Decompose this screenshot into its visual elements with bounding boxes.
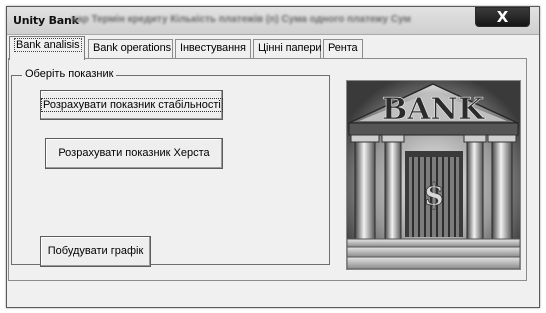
build-chart-label: Побудувати графік bbox=[47, 245, 144, 257]
calc-stability-label: Розрахувати показник стабільності bbox=[41, 98, 223, 112]
tab-bank-operations[interactable]: Bank operations bbox=[88, 39, 173, 59]
tab-label: Рента bbox=[328, 42, 358, 54]
window-title: Unity Bank bbox=[13, 14, 79, 27]
tab-renta[interactable]: Рента bbox=[323, 39, 363, 59]
status-bar bbox=[8, 284, 527, 300]
bank-sign-text: BANK bbox=[382, 92, 485, 127]
dollar-sign-text: $ bbox=[424, 178, 445, 213]
group-legend: Оберіть показник bbox=[22, 68, 117, 80]
tab-label: Інвестування bbox=[180, 42, 246, 54]
calc-stability-button[interactable]: Розрахувати показник стабільності bbox=[40, 90, 223, 120]
tab-label: Bank analisis bbox=[14, 38, 82, 52]
close-button[interactable]: X bbox=[475, 7, 530, 27]
window-title-extra: нар Термін кредиту Кількість платежів (n… bbox=[71, 14, 411, 25]
build-chart-button[interactable]: Побудувати графік bbox=[40, 236, 151, 267]
bank-image: BANK $ bbox=[346, 80, 521, 270]
calc-hurst-label: Розрахувати показник Херста bbox=[58, 147, 210, 159]
title-bar[interactable]: Unity Bank нар Термін кредиту Кількість … bbox=[7, 7, 539, 35]
close-icon: X bbox=[496, 8, 509, 26]
tab-tsinni-papery[interactable]: Цінні папери bbox=[253, 39, 322, 59]
calc-hurst-button[interactable]: Розрахувати показник Херста bbox=[45, 138, 223, 169]
tab-bank-analisis[interactable]: Bank analisis bbox=[9, 36, 85, 60]
tab-label: Bank operations bbox=[93, 42, 171, 54]
tab-investuvannia[interactable]: Інвестування bbox=[175, 39, 251, 59]
tab-label: Цінні папери bbox=[258, 42, 322, 54]
